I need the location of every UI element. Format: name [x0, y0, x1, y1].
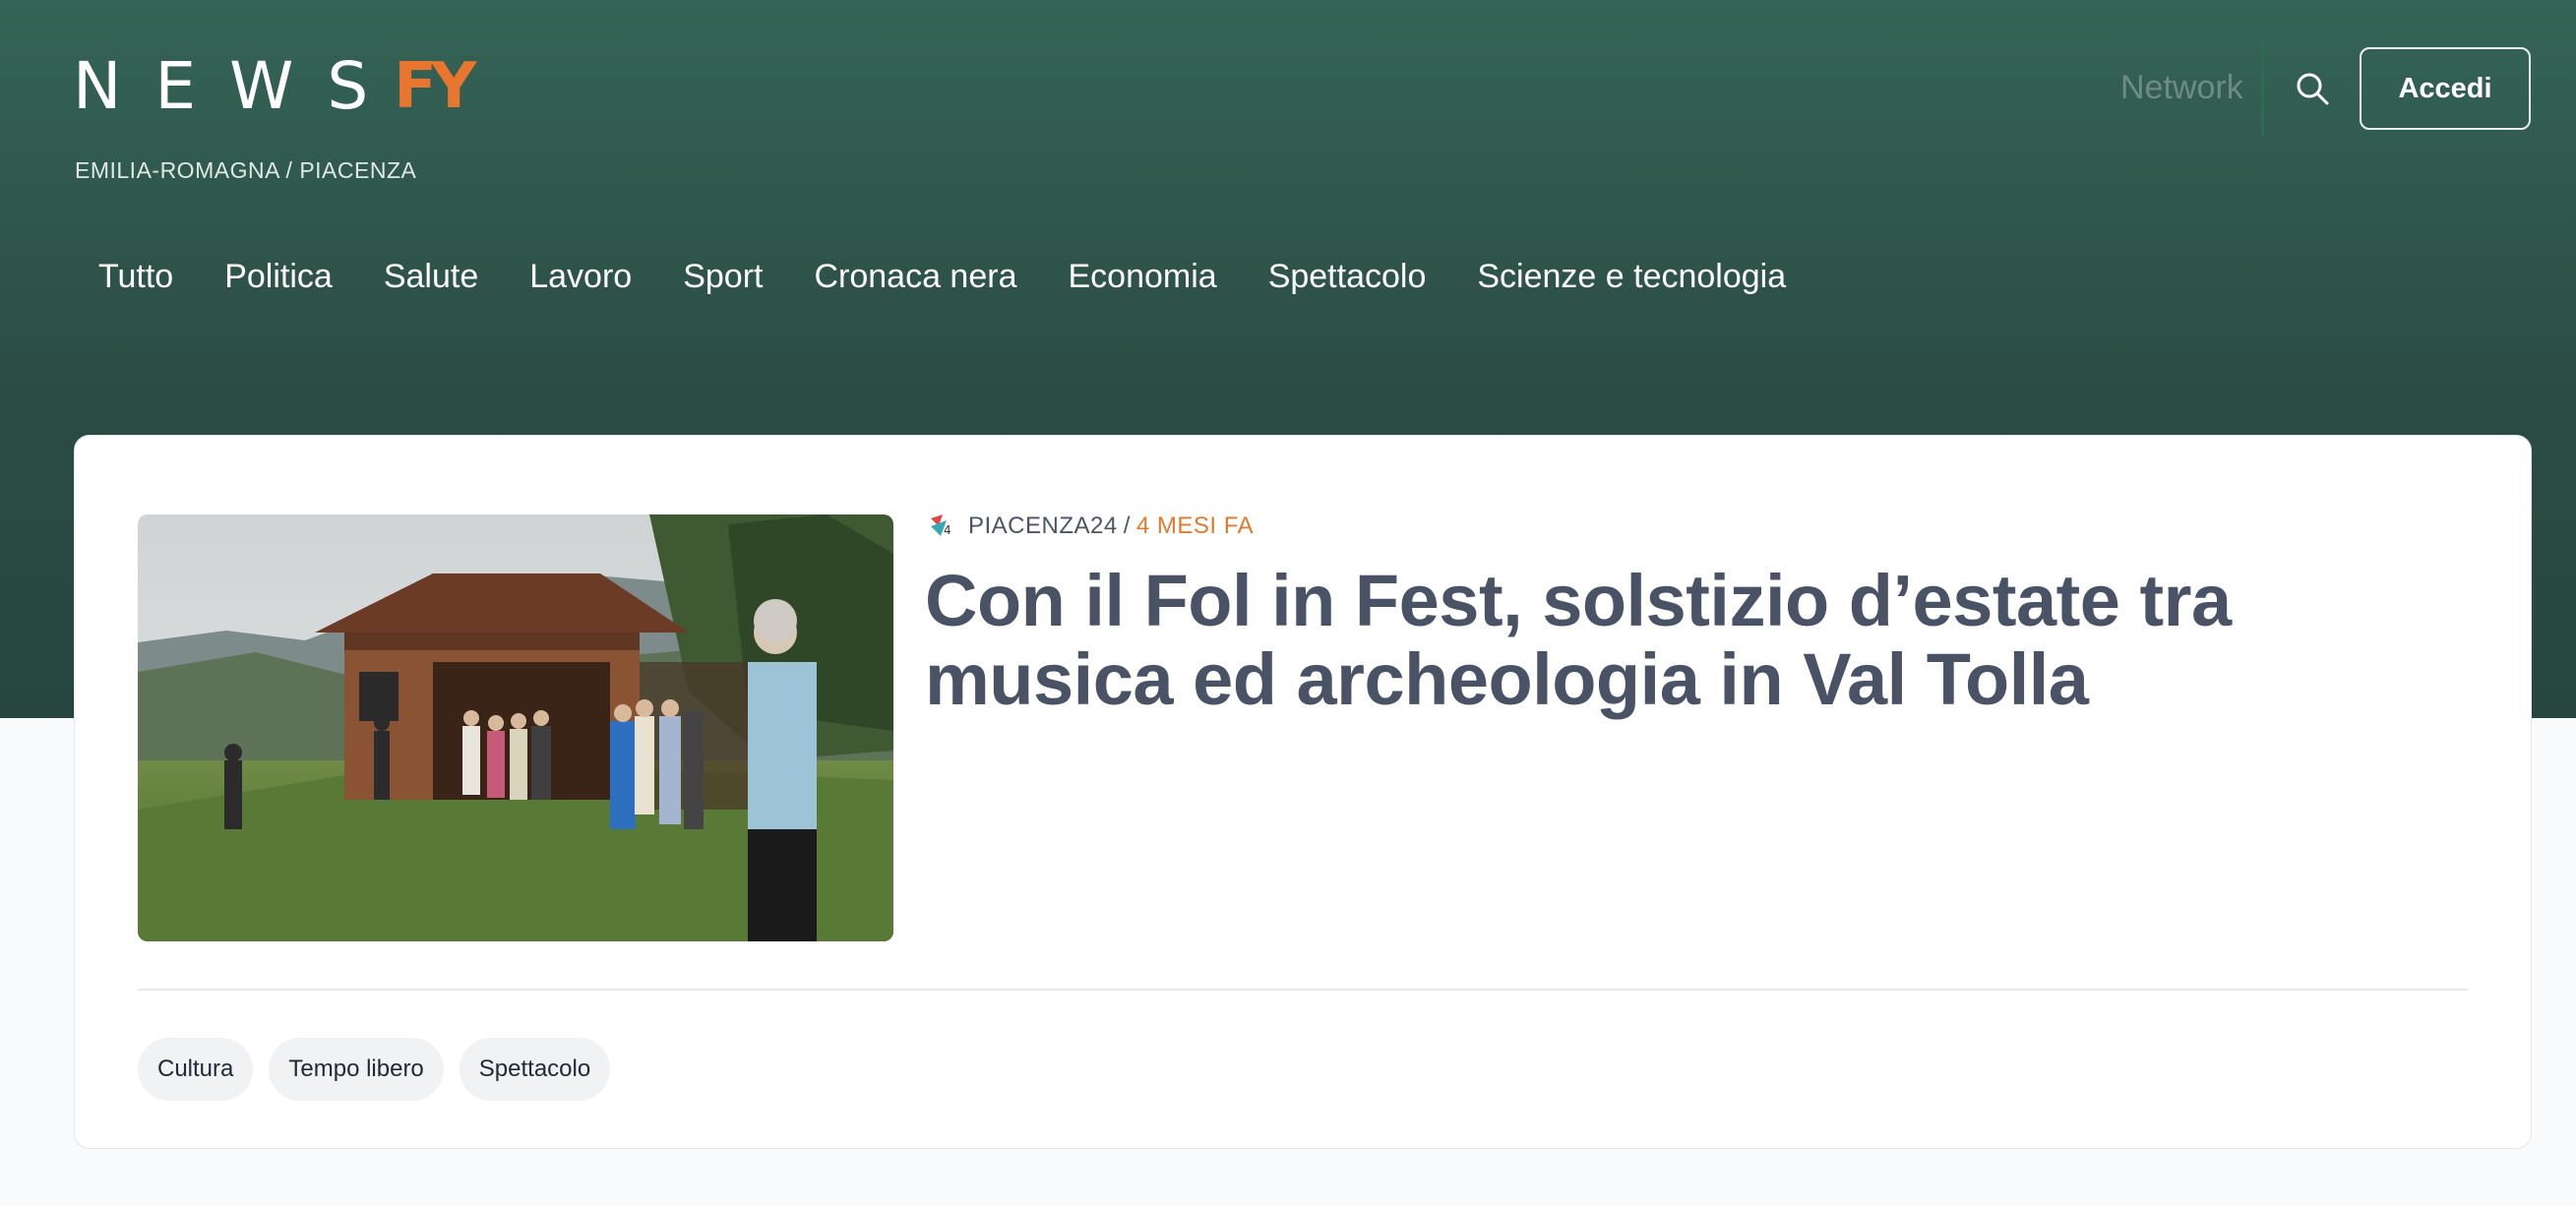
nav-item-politica[interactable]: Politica — [224, 258, 333, 296]
source-name[interactable]: PIACENZA24 — [968, 513, 1118, 540]
nav-item-scienze-tecnologia[interactable]: Scienze e tecnologia — [1477, 258, 1786, 296]
svg-text:4: 4 — [944, 523, 951, 537]
article-title[interactable]: Con il Fol in Fest, solstizio d’estate t… — [925, 562, 2470, 719]
network-link[interactable]: Network — [2120, 69, 2243, 107]
logo-mark: FY — [394, 50, 476, 123]
tag-spettacolo[interactable]: Spettacolo — [459, 1038, 611, 1101]
site-logo[interactable]: NEWS FY — [73, 48, 476, 124]
tag-cultura[interactable]: Cultura — [138, 1038, 254, 1101]
search-icon — [2297, 73, 2329, 104]
source-logo-icon: 4 — [931, 514, 951, 537]
nav-item-salute[interactable]: Salute — [384, 258, 478, 296]
article-meta: 4 PIACENZA24 / 4 MESI FA — [927, 513, 1254, 540]
nav-item-economia[interactable]: Economia — [1068, 258, 1216, 296]
article-image[interactable] — [138, 514, 893, 941]
card-divider — [138, 989, 2468, 991]
header-divider — [2261, 41, 2264, 136]
region-breadcrumb[interactable]: EMILIA-ROMAGNA / PIACENZA — [75, 157, 416, 184]
meta-separator: / — [1123, 513, 1131, 539]
nav-item-sport[interactable]: Sport — [683, 258, 763, 296]
category-nav: Tutto Politica Salute Lavoro Sport Crona… — [98, 258, 1786, 296]
logo-text: NEWS — [73, 48, 402, 124]
search-button[interactable] — [2288, 61, 2337, 115]
login-button[interactable]: Accedi — [2360, 47, 2531, 130]
tag-tempo-libero[interactable]: Tempo libero — [269, 1038, 444, 1101]
nav-item-cronaca-nera[interactable]: Cronaca nera — [814, 258, 1016, 296]
tag-list: Cultura Tempo libero Spettacolo — [138, 1038, 611, 1101]
nav-item-spettacolo[interactable]: Spettacolo — [1268, 258, 1427, 296]
article-card: 4 PIACENZA24 / 4 MESI FA Con il Fol in F… — [74, 435, 2532, 1149]
nav-item-lavoro[interactable]: Lavoro — [529, 258, 632, 296]
nav-item-tutto[interactable]: Tutto — [98, 258, 173, 296]
publish-time: 4 MESI FA — [1135, 513, 1255, 539]
